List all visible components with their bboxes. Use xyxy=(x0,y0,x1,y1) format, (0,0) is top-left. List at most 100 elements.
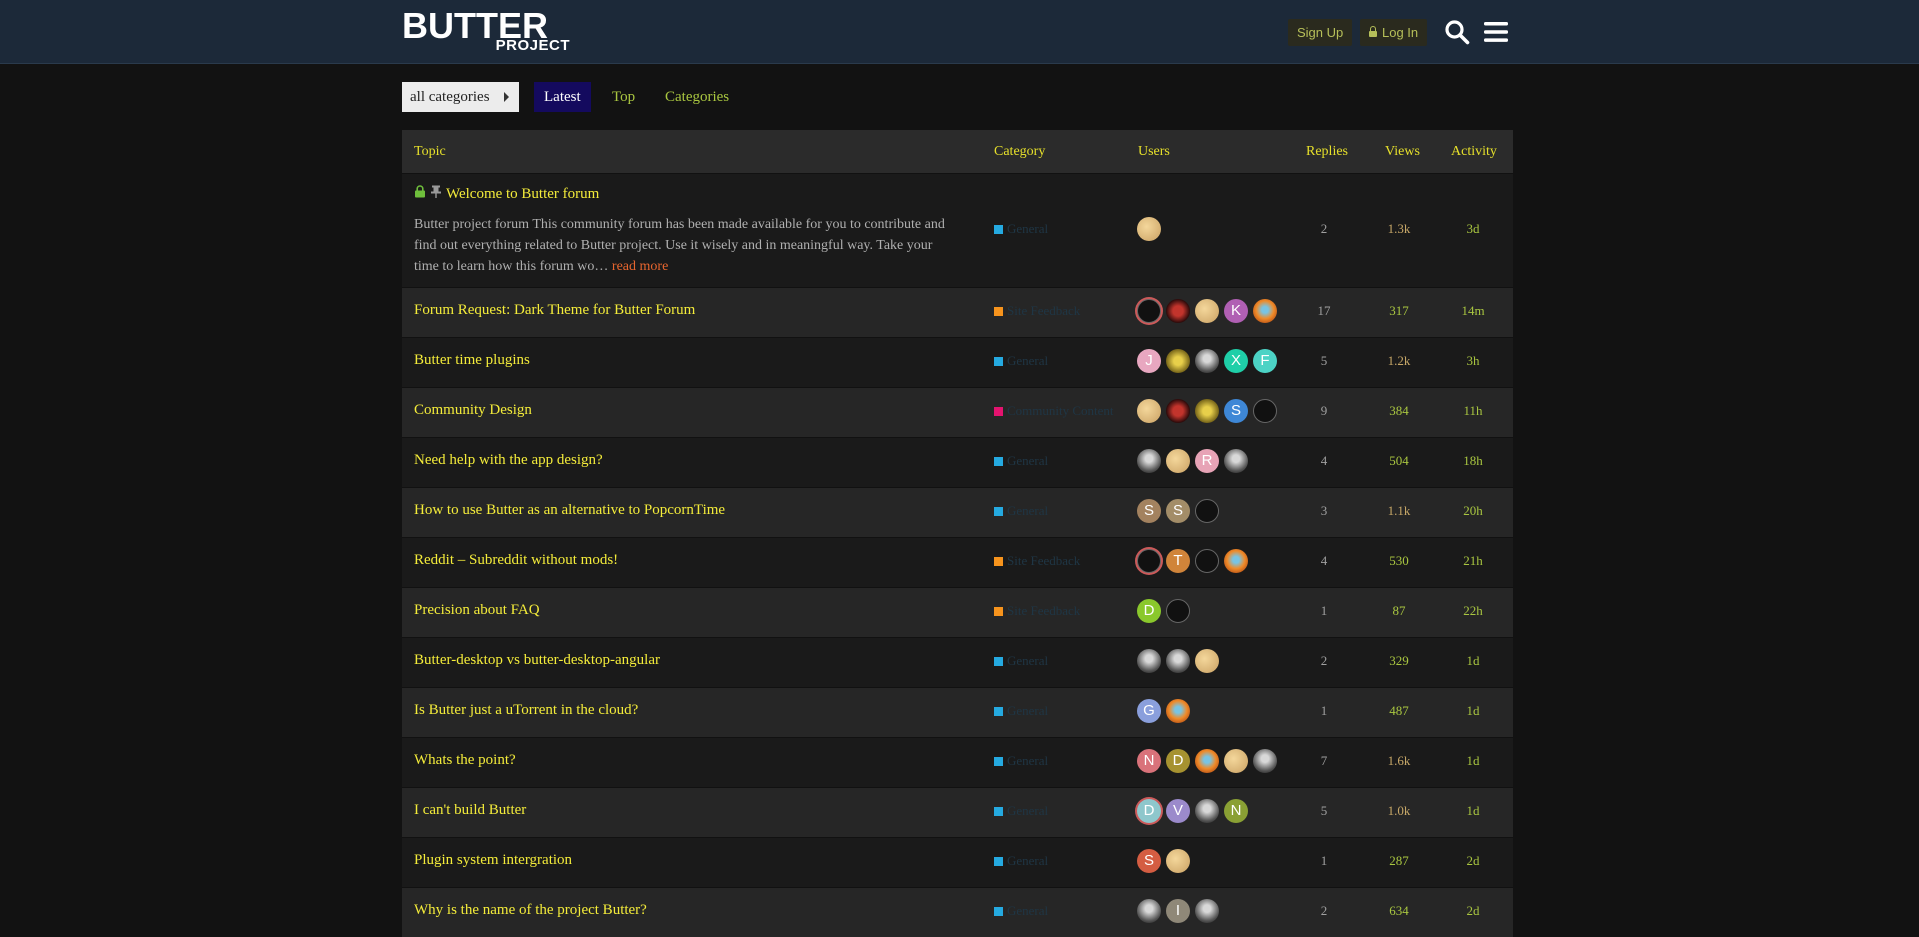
avatar[interactable] xyxy=(1166,299,1190,323)
category-badge[interactable]: General xyxy=(994,703,1048,719)
avatar[interactable]: X xyxy=(1224,349,1248,373)
avatar[interactable] xyxy=(1195,499,1219,523)
topic-title-link[interactable]: I can't build Butter xyxy=(414,802,526,819)
avatar[interactable] xyxy=(1137,549,1161,573)
avatar[interactable]: V xyxy=(1166,799,1190,823)
category-badge[interactable]: General xyxy=(994,503,1048,519)
avatar[interactable]: S xyxy=(1137,849,1161,873)
avatar[interactable]: S xyxy=(1224,399,1248,423)
activity-time[interactable]: 1d xyxy=(1448,653,1498,669)
category-badge[interactable]: General xyxy=(994,453,1048,469)
sign-up-button[interactable]: Sign Up xyxy=(1288,19,1353,46)
column-header-views[interactable]: Views xyxy=(1385,130,1420,173)
topic-title-link[interactable]: Whats the point? xyxy=(414,752,516,769)
search-icon[interactable] xyxy=(1444,19,1470,45)
topic-title-link[interactable]: Need help with the app design? xyxy=(414,452,603,469)
activity-time[interactable]: 1d xyxy=(1448,803,1498,819)
avatar[interactable] xyxy=(1137,399,1161,423)
avatar[interactable] xyxy=(1137,899,1161,923)
avatar[interactable] xyxy=(1195,749,1219,773)
topic-title-link[interactable]: Precision about FAQ xyxy=(414,602,540,619)
category-badge[interactable]: General xyxy=(994,353,1048,369)
tab-categories[interactable]: Categories xyxy=(655,82,739,112)
avatar[interactable]: T xyxy=(1166,549,1190,573)
topic-title-link[interactable]: Butter time plugins xyxy=(414,352,530,369)
avatar[interactable] xyxy=(1224,449,1248,473)
activity-time[interactable]: 2d xyxy=(1448,903,1498,919)
category-badge[interactable]: General xyxy=(994,853,1048,869)
avatar[interactable] xyxy=(1166,349,1190,373)
avatar[interactable] xyxy=(1166,449,1190,473)
category-badge[interactable]: General xyxy=(994,903,1048,919)
avatar[interactable] xyxy=(1195,299,1219,323)
activity-time[interactable]: 21h xyxy=(1448,553,1498,569)
avatar[interactable] xyxy=(1195,549,1219,573)
log-in-button[interactable]: Log In xyxy=(1360,19,1428,46)
column-header-replies[interactable]: Replies xyxy=(1306,130,1348,173)
category-dropdown[interactable]: all categories xyxy=(402,82,519,112)
avatar[interactable] xyxy=(1166,599,1190,623)
site-logo[interactable]: BUTTER PROJECT xyxy=(402,8,570,54)
topic-title-link[interactable]: Reddit – Subreddit without mods! xyxy=(414,552,618,569)
avatar[interactable] xyxy=(1166,849,1190,873)
activity-time[interactable]: 14m xyxy=(1448,303,1498,319)
avatar[interactable] xyxy=(1224,749,1248,773)
category-badge[interactable]: General xyxy=(994,221,1048,237)
avatar[interactable]: F xyxy=(1253,349,1277,373)
avatar[interactable] xyxy=(1253,749,1277,773)
avatar[interactable]: R xyxy=(1195,449,1219,473)
avatar[interactable]: S xyxy=(1166,499,1190,523)
activity-time[interactable]: 2d xyxy=(1448,853,1498,869)
topic-title-link[interactable]: Forum Request: Dark Theme for Butter For… xyxy=(414,302,695,319)
column-header-category[interactable]: Category xyxy=(994,130,1045,173)
avatar[interactable]: K xyxy=(1224,299,1248,323)
avatar[interactable]: G xyxy=(1137,699,1161,723)
topic-title-link[interactable]: Welcome to Butter forum xyxy=(414,185,599,203)
category-badge[interactable]: General xyxy=(994,653,1048,669)
avatar[interactable] xyxy=(1166,649,1190,673)
avatar[interactable] xyxy=(1195,799,1219,823)
topic-title-link[interactable]: Is Butter just a uTorrent in the cloud? xyxy=(414,702,638,719)
category-badge[interactable]: Site Feedback xyxy=(994,603,1080,619)
tab-latest[interactable]: Latest xyxy=(534,82,591,112)
tab-top[interactable]: Top xyxy=(602,82,645,112)
activity-time[interactable]: 1d xyxy=(1448,753,1498,769)
avatar[interactable] xyxy=(1137,217,1161,241)
activity-time[interactable]: 18h xyxy=(1448,453,1498,469)
avatar[interactable] xyxy=(1224,549,1248,573)
category-badge[interactable]: Community Content xyxy=(994,403,1114,419)
avatar[interactable]: D xyxy=(1166,749,1190,773)
read-more-link[interactable]: read more xyxy=(612,259,668,274)
avatar[interactable] xyxy=(1195,399,1219,423)
avatar[interactable]: D xyxy=(1137,799,1161,823)
activity-time[interactable]: 11h xyxy=(1448,403,1498,419)
category-badge[interactable]: Site Feedback xyxy=(994,553,1080,569)
avatar[interactable] xyxy=(1166,699,1190,723)
avatar[interactable]: S xyxy=(1137,499,1161,523)
activity-time[interactable]: 1d xyxy=(1448,703,1498,719)
avatar[interactable]: J xyxy=(1137,349,1161,373)
topic-title-link[interactable]: Butter-desktop vs butter-desktop-angular xyxy=(414,652,660,669)
category-badge[interactable]: Site Feedback xyxy=(994,303,1080,319)
topic-title-link[interactable]: Community Design xyxy=(414,402,532,419)
avatar[interactable] xyxy=(1195,649,1219,673)
column-header-activity[interactable]: Activity xyxy=(1451,130,1497,173)
avatar[interactable] xyxy=(1253,399,1277,423)
avatar[interactable]: N xyxy=(1224,799,1248,823)
avatar[interactable]: I xyxy=(1166,899,1190,923)
category-badge[interactable]: General xyxy=(994,753,1048,769)
avatar[interactable] xyxy=(1137,299,1161,323)
topic-title-link[interactable]: Why is the name of the project Butter? xyxy=(414,902,647,919)
activity-time[interactable]: 3h xyxy=(1448,353,1498,369)
avatar[interactable]: N xyxy=(1137,749,1161,773)
avatar[interactable]: D xyxy=(1137,599,1161,623)
activity-time[interactable]: 3d xyxy=(1448,221,1498,237)
avatar[interactable] xyxy=(1137,649,1161,673)
hamburger-menu-icon[interactable] xyxy=(1483,20,1509,44)
topic-title-link[interactable]: Plugin system intergration xyxy=(414,852,572,869)
topic-title-link[interactable]: How to use Butter as an alternative to P… xyxy=(414,502,725,519)
avatar[interactable] xyxy=(1253,299,1277,323)
avatar[interactable] xyxy=(1137,449,1161,473)
avatar[interactable] xyxy=(1195,899,1219,923)
category-badge[interactable]: General xyxy=(994,803,1048,819)
